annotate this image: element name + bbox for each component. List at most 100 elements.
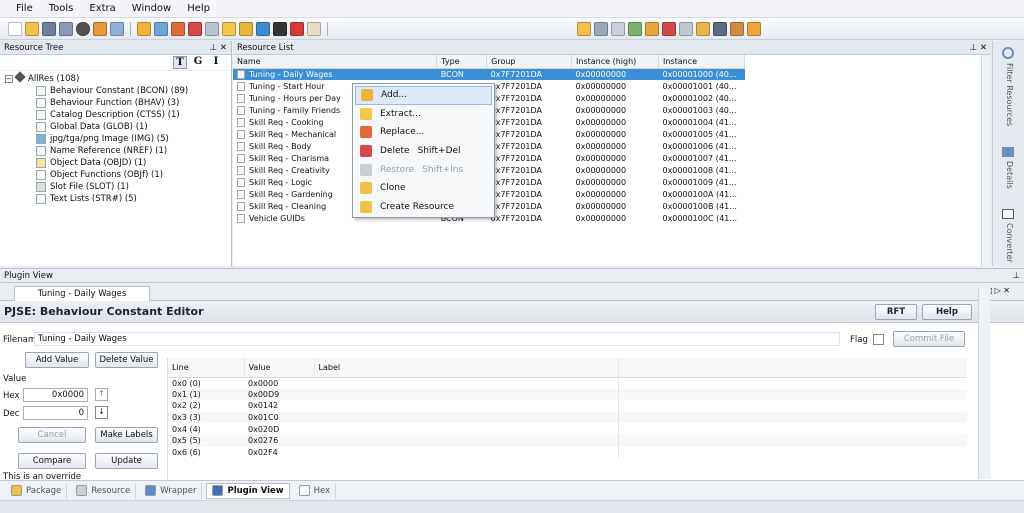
col-type[interactable]: Type [436,55,488,69]
tree-item[interactable]: Behaviour Constant (BCON) (89) [36,85,231,97]
value-row[interactable]: 0x5 (5) 0x0276 [168,434,967,447]
value-row[interactable]: 0x1 (1) 0x00D9 [168,388,967,401]
save-icon[interactable] [42,21,56,36]
flag-checkbox[interactable] [873,334,884,345]
import-icon[interactable] [137,21,151,36]
rft-button[interactable]: RFT [875,304,917,320]
col-label[interactable]: Label [314,358,619,378]
settings-icon[interactable] [93,21,107,36]
delete-icon[interactable] [188,21,202,36]
dec-input[interactable]: 0 [23,406,88,420]
close-icon[interactable] [76,21,90,36]
value-row[interactable]: 0x2 (2) 0x0142 [168,400,967,412]
search-icon[interactable] [1002,47,1014,59]
context-menu-item[interactable]: Restore Shift+Ins [355,160,492,179]
tree-item[interactable]: Text Lists (STR#) (5) [36,193,231,205]
menu-file[interactable]: File [8,3,41,14]
value-row[interactable]: 0x6 (6) 0x02F4 [168,446,967,459]
close-icon[interactable]: ✕ [980,43,987,53]
bottom-tab-wrapper[interactable]: Wrapper [140,482,203,499]
help-button[interactable]: Help [922,304,972,320]
side-tab-filter[interactable]: Filter Resources [1005,63,1014,126]
restore-icon[interactable] [205,21,219,36]
cut-icon[interactable] [662,21,676,36]
user-icon[interactable] [730,21,744,36]
pin-icon[interactable]: ⊥ [1013,271,1020,281]
new-icon[interactable] [8,21,22,36]
value-row[interactable]: 0x0 (0) 0x0000 [168,377,967,389]
paste-icon[interactable] [696,21,710,36]
edit-icon[interactable] [256,21,270,36]
down-arrow-icon[interactable]: ↓ [95,406,108,419]
side-tab-details[interactable]: Details [1005,161,1014,189]
cancel-icon[interactable] [290,21,304,36]
tree-root[interactable]: − AllRes (108) [5,71,231,85]
pin-icon[interactable]: ⊥ [210,43,217,53]
col-group[interactable]: Group [486,55,573,69]
col-line[interactable]: Line [168,358,245,378]
tree-item[interactable]: Object Functions (OBJf) (1) [36,169,231,181]
package-icon[interactable] [577,21,591,36]
toggle-group[interactable]: G [191,56,205,69]
col-instance-high[interactable]: Instance (high) [571,55,659,69]
converter-icon[interactable] [1002,209,1014,219]
filename-field[interactable]: Tuning - Daily Wages [34,332,840,346]
menu-window[interactable]: Window [124,3,179,14]
menu-tools[interactable]: Tools [41,3,82,14]
context-menu-item[interactable]: Extract... [355,105,492,124]
context-menu-item[interactable]: Create Resource [355,198,492,217]
toggle-type[interactable]: T [173,56,187,69]
replace-icon[interactable] [171,21,185,36]
plugin-tab[interactable]: Tuning - Daily Wages [14,286,150,301]
col-name[interactable]: Name [233,55,438,69]
resource-list-scrollbar[interactable] [981,55,991,266]
pin-icon[interactable]: ⊥ [970,43,977,53]
help-icon[interactable] [747,21,761,36]
context-menu-item[interactable]: Add... [355,86,492,105]
up-arrow-icon[interactable]: ↑ [95,388,108,401]
toggle-instance[interactable]: I [209,56,223,69]
context-menu-item[interactable]: Clone [355,179,492,198]
side-tab-converter[interactable]: Converter [1005,223,1014,263]
tree-item[interactable]: jpg/tga/png Image (IMG) (5) [36,133,231,145]
details-icon[interactable] [1002,147,1014,157]
list-icon[interactable] [611,21,625,36]
cancel-button[interactable]: Cancel [18,427,86,443]
context-menu-item[interactable]: Replace... [355,123,492,142]
search-icon[interactable] [110,21,124,36]
value-row[interactable]: 0x3 (3) 0x01C0 [168,411,967,424]
bottom-tab-package[interactable]: Package [6,482,68,499]
commit-file-button[interactable]: Commit File [893,331,965,347]
tree-item[interactable]: Object Data (OBJD) (1) [36,157,231,169]
delete-value-button[interactable]: Delete Value [95,352,158,368]
eraser-icon[interactable] [307,21,321,36]
value-row[interactable]: 0x4 (4) 0x020D [168,423,967,435]
bottom-tab-hex[interactable]: Hex [294,482,337,499]
col-instance[interactable]: Instance [658,55,746,69]
menu-extra[interactable]: Extra [81,3,123,14]
tree-item[interactable]: Slot File (SLOT) (1) [36,181,231,193]
close-icon[interactable]: ✕ [220,43,227,53]
col-value[interactable]: Value [244,358,315,378]
resource-row[interactable]: Tuning - Daily Wages BCON 0x7F7201DA 0x0000… [233,68,745,80]
context-menu-item[interactable]: Delete Shift+Del [355,142,492,161]
tag-icon[interactable] [273,21,287,36]
open-icon[interactable] [25,21,39,36]
tree-item[interactable]: Name Reference (NREF) (1) [36,145,231,157]
bottom-tab-plugin-view[interactable]: Plugin View [206,482,290,499]
find-icon[interactable] [713,21,727,36]
clone-icon[interactable] [222,21,236,36]
hex-input[interactable]: 0x0000 [23,388,88,402]
grid-icon[interactable] [645,21,659,36]
collapse-icon[interactable]: − [5,75,13,83]
save-as-icon[interactable] [59,21,73,36]
bottom-tab-resource[interactable]: Resource [71,482,137,499]
export-icon[interactable] [154,21,168,36]
tree-item[interactable]: Catalog Description (CTSS) (1) [36,109,231,121]
compare-button[interactable]: Compare [18,453,86,469]
plugin-scrollbar[interactable] [978,287,990,479]
add-value-button[interactable]: Add Value [25,352,89,368]
refresh-icon[interactable] [239,21,253,36]
copy-icon[interactable] [679,21,693,36]
make-labels-button[interactable]: Make Labels [95,427,158,443]
